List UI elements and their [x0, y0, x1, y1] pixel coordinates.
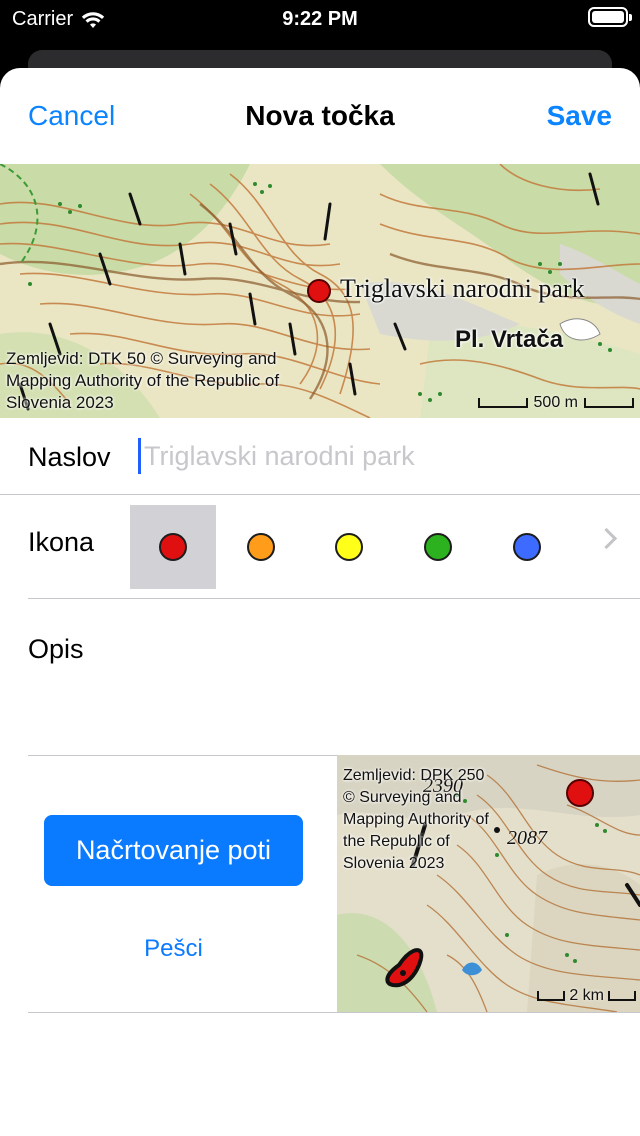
- elevation-label: 2087: [507, 827, 547, 849]
- text-cursor: [138, 438, 141, 474]
- description-input[interactable]: [28, 670, 622, 750]
- icon-label: Ikona: [28, 527, 95, 557]
- map-place-label: Pl. Vrtača: [455, 326, 564, 353]
- new-point-sheet: Cancel Nova točka Save Triglavski narodn…: [0, 68, 640, 1136]
- route-row: Načrtovanje poti Pešci 2390 2087 Zemljev…: [0, 755, 640, 1012]
- divider: [28, 1012, 640, 1013]
- icon-option-yellow[interactable]: [306, 505, 392, 589]
- status-bar: Carrier 9:22 PM: [0, 0, 640, 40]
- route-mode-link[interactable]: Pešci: [44, 935, 303, 963]
- route-map-attribution: Zemljevid: DPK 250 © Surveying and Mappi…: [343, 767, 489, 872]
- map-attribution: Zemljevid: DTK 50 © Surveying and Mappin…: [6, 349, 280, 412]
- scale-bar-icon: [608, 991, 636, 1001]
- save-button[interactable]: Save: [547, 100, 612, 132]
- description-row: Opis: [0, 598, 640, 754]
- green-dot-icon: [424, 533, 452, 561]
- map-point-label: Triglavski narodni park: [340, 274, 585, 303]
- blue-dot-icon: [513, 533, 541, 561]
- icon-option-red[interactable]: [130, 505, 216, 589]
- red-dot-icon: [159, 533, 187, 561]
- icon-option-green[interactable]: [395, 505, 481, 589]
- map-point-pin: [307, 279, 331, 303]
- description-label: Opis: [28, 634, 84, 664]
- title-input[interactable]: [140, 436, 624, 476]
- title-row: Naslov: [0, 418, 640, 494]
- battery-icon: [588, 7, 632, 27]
- scale-bar-icon: [477, 398, 528, 408]
- route-map-scale: 2 km: [537, 987, 636, 1005]
- icon-option-orange[interactable]: [218, 505, 304, 589]
- yellow-dot-icon: [335, 533, 363, 561]
- icon-row: Ikona: [0, 495, 640, 597]
- map-preview[interactable]: Triglavski narodni park Pl. Vrtača Zemlj…: [0, 164, 640, 418]
- chevron-right-icon[interactable]: [595, 527, 618, 550]
- icon-option-blue[interactable]: [484, 505, 570, 589]
- status-time: 9:22 PM: [282, 8, 358, 30]
- scale-bar-icon: [584, 398, 634, 408]
- map-scale-label: 500 m: [533, 394, 578, 411]
- cancel-button[interactable]: Cancel: [28, 100, 115, 132]
- route-planning-button[interactable]: Načrtovanje poti: [44, 815, 303, 886]
- title-label: Naslov: [28, 442, 111, 472]
- route-map-scale-label: 2 km: [569, 987, 604, 1004]
- navigation-bar: Cancel Nova točka Save: [0, 68, 640, 164]
- route-map[interactable]: 2390 2087 Zemljevid: DPK 250 © Surveying…: [337, 755, 640, 1012]
- scale-bar-icon: [537, 991, 566, 1001]
- orange-dot-icon: [247, 533, 275, 561]
- map-scale: 500 m: [477, 394, 634, 412]
